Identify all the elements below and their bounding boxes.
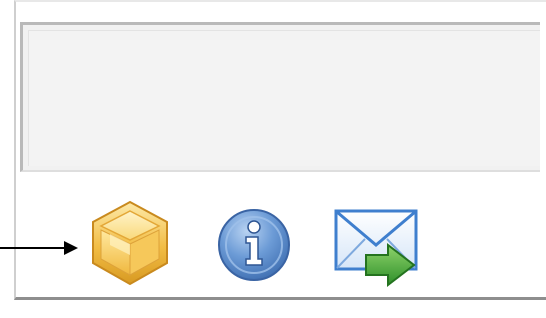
email-forward-icon: [334, 209, 418, 288]
info-icon: [218, 209, 290, 281]
message-text-area[interactable]: [20, 22, 540, 172]
info-button[interactable]: [215, 206, 293, 284]
pointer-arrow-icon: [0, 241, 78, 255]
text-area-inner: [28, 30, 540, 166]
package-button[interactable]: [86, 199, 174, 287]
email-forward-button[interactable]: [332, 207, 424, 289]
dialog-page: [0, 0, 546, 318]
package-icon: [92, 200, 168, 286]
